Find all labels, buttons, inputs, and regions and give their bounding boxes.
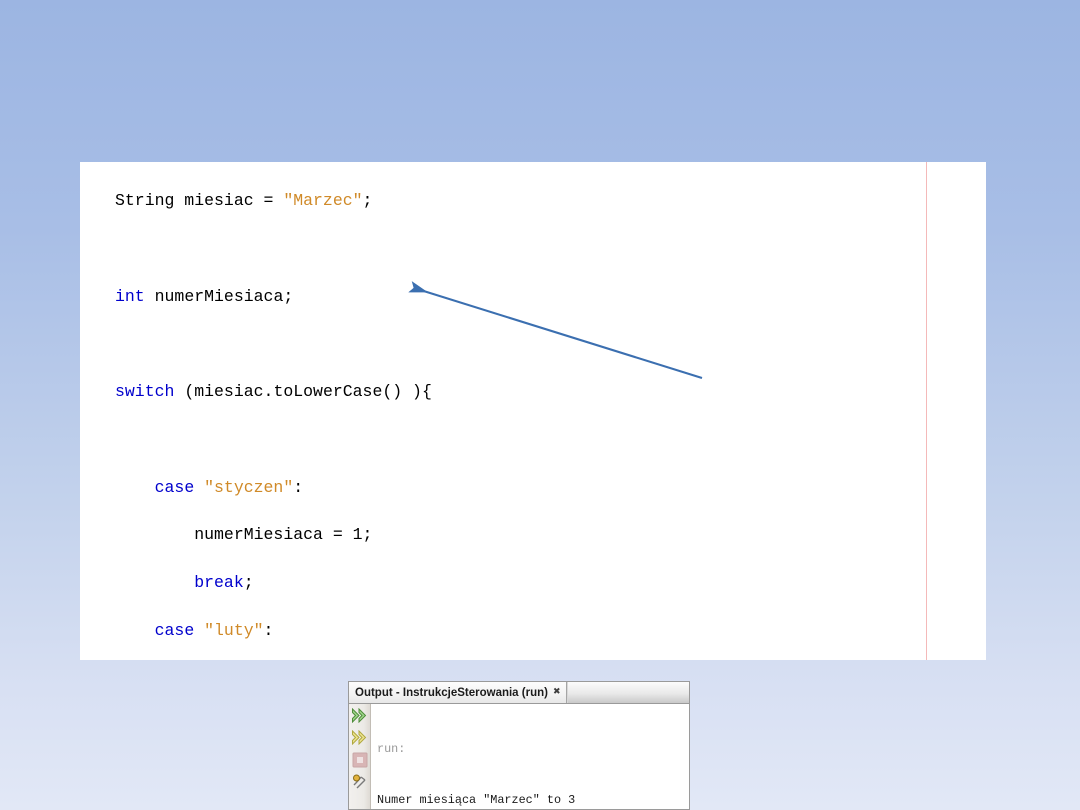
code-line: case "luty": bbox=[154, 621, 274, 641]
keyword-switch: switch bbox=[115, 382, 175, 402]
rerun-alt-icon[interactable] bbox=[350, 728, 369, 747]
string-literal-marzec: "Marzec" bbox=[283, 190, 363, 210]
string-literal-styczen: "styczen" bbox=[204, 477, 294, 497]
output-console[interactable]: run: Numer miesiąca "Marzec" to 3 BUILD … bbox=[371, 704, 689, 809]
code-line: case "styczen": bbox=[154, 477, 304, 497]
code-line: int numerMiesiaca; bbox=[115, 286, 294, 306]
find-icon[interactable] bbox=[350, 772, 369, 791]
tab-bar-filler bbox=[566, 682, 689, 703]
console-line-run: run: bbox=[377, 742, 406, 756]
code-line: String miesiac = "Marzec"; bbox=[115, 190, 373, 210]
code-line: numerMiesiaca = 1; bbox=[115, 525, 373, 545]
output-body: run: Numer miesiąca "Marzec" to 3 BUILD … bbox=[349, 704, 689, 809]
stop-icon[interactable] bbox=[350, 750, 369, 769]
code-editor-text[interactable]: String miesiac = "Marzec"; int numerMies… bbox=[115, 165, 878, 660]
code-line: switch (miesiac.toLowerCase() ){ bbox=[115, 382, 432, 402]
keyword-case: case bbox=[154, 477, 195, 497]
right-margin-guide bbox=[926, 162, 927, 660]
output-toolbar bbox=[349, 704, 371, 809]
code-line: break; bbox=[194, 573, 254, 593]
rerun-icon[interactable] bbox=[350, 706, 369, 725]
console-line-program-output: Numer miesiąca "Marzec" to 3 bbox=[377, 793, 576, 807]
keyword-int: int bbox=[115, 286, 145, 306]
output-tab-bar: Output - InstrukcjeSterowania (run) ✖ bbox=[349, 682, 689, 704]
output-window[interactable]: Output - InstrukcjeSterowania (run) ✖ ru… bbox=[348, 681, 690, 810]
slide-canvas: String miesiac = "Marzec"; int numerMies… bbox=[0, 0, 1080, 810]
code-editor-panel[interactable]: String miesiac = "Marzec"; int numerMies… bbox=[80, 162, 986, 660]
output-tab-label: Output - InstrukcjeSterowania (run) bbox=[355, 686, 548, 699]
keyword-case: case bbox=[154, 621, 195, 641]
string-literal-luty: "luty" bbox=[204, 621, 264, 641]
tab-output-instrukcjesterowania[interactable]: Output - InstrukcjeSterowania (run) ✖ bbox=[349, 682, 567, 703]
keyword-break: break bbox=[194, 573, 244, 593]
value-1: 1 bbox=[352, 525, 363, 545]
close-icon[interactable]: ✖ bbox=[553, 688, 561, 697]
